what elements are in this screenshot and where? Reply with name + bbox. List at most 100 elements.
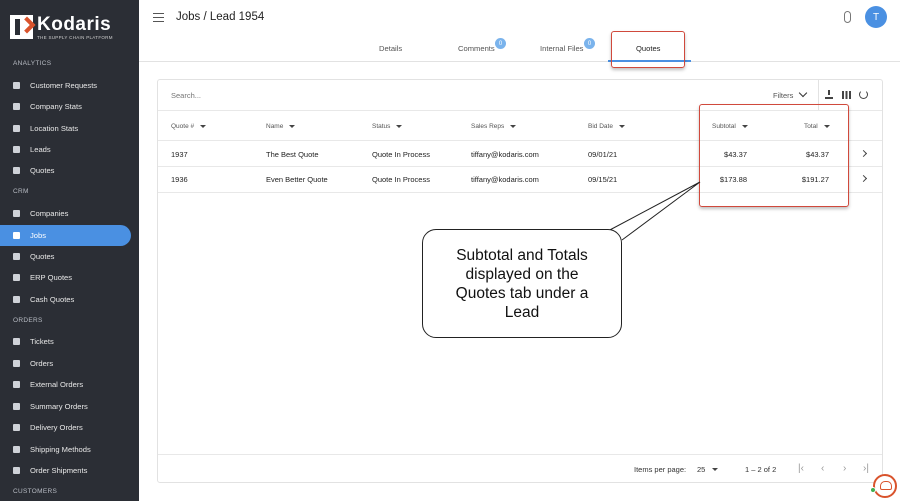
chart-icon bbox=[13, 167, 20, 174]
column-header-bid-date[interactable]: Bid Date bbox=[588, 123, 625, 130]
sidebar-item-erp-quotes[interactable]: ERP Quotes bbox=[0, 267, 131, 288]
sidebar-item-quotes[interactable]: Quotes bbox=[0, 246, 131, 267]
sidebar-item-label: Company Stats bbox=[30, 102, 82, 111]
sidebar-item-label: ERP Quotes bbox=[30, 273, 73, 282]
logo-mark-icon bbox=[10, 15, 33, 39]
sidebar-item-label: Jobs bbox=[30, 231, 47, 240]
subtotal-total-highlight-box bbox=[699, 104, 849, 207]
items-per-page-select[interactable]: 25 bbox=[697, 465, 705, 474]
chart-icon bbox=[13, 125, 20, 132]
hamburger-menu-icon[interactable] bbox=[153, 13, 164, 22]
chevron-down-icon[interactable] bbox=[712, 468, 718, 471]
annotation-callout: Subtotal and Totals displayed on the Quo… bbox=[422, 229, 622, 338]
columns-icon[interactable] bbox=[842, 91, 852, 99]
truck-icon bbox=[13, 424, 20, 431]
quotes-tab-highlight-box bbox=[611, 31, 685, 68]
sidebar-item-companies[interactable]: Companies bbox=[0, 203, 131, 224]
sidebar-item-label: Order Shipments bbox=[30, 466, 88, 475]
callout-text: Subtotal and Totals displayed on the Quo… bbox=[455, 246, 589, 321]
section-label-orders: ORDERS bbox=[13, 317, 43, 324]
internal-files-count-badge: 0 bbox=[584, 38, 595, 49]
sidebar-item-delivery-orders[interactable]: Delivery Orders bbox=[0, 417, 131, 438]
document-icon bbox=[13, 296, 20, 303]
truck-icon bbox=[13, 403, 20, 410]
column-header-label: Status bbox=[372, 123, 391, 130]
sidebar-item-company-stats[interactable]: Company Stats bbox=[0, 96, 131, 117]
column-header-label: Quote # bbox=[171, 123, 195, 130]
cell-quote-number: 1937 bbox=[171, 150, 188, 159]
chevron-right-icon[interactable] bbox=[859, 174, 868, 183]
tab-details[interactable]: Details bbox=[379, 44, 402, 53]
logo-text: Kodaris THE SUPPLY CHAIN PLATFORM bbox=[37, 15, 113, 40]
sidebar-item-label: Delivery Orders bbox=[30, 423, 83, 432]
sidebar-item-label: Cash Quotes bbox=[30, 295, 75, 304]
column-header-name[interactable]: Name bbox=[266, 123, 296, 130]
sidebar-item-summary-orders[interactable]: Summary Orders bbox=[0, 396, 131, 417]
last-page-icon[interactable]: ›| bbox=[863, 464, 869, 474]
paperclip-icon[interactable] bbox=[844, 11, 851, 23]
sidebar-item-label: Leads bbox=[30, 145, 51, 154]
cell-status: Quote In Process bbox=[372, 150, 430, 159]
filters-button[interactable]: Filters bbox=[773, 91, 793, 100]
sidebar-item-tickets[interactable]: Tickets bbox=[0, 331, 131, 352]
tab-comments[interactable]: Comments bbox=[458, 44, 495, 53]
sidebar-item-shipping-methods[interactable]: Shipping Methods bbox=[0, 439, 131, 460]
page-title: Jobs / Lead 1954 bbox=[176, 11, 265, 23]
brand-name: Kodaris bbox=[37, 14, 112, 35]
pagination-range: 1 – 2 of 2 bbox=[745, 465, 777, 474]
sidebar-item-customer-requests[interactable]: Customer Requests bbox=[0, 75, 131, 96]
sidebar-item-external-orders[interactable]: External Orders bbox=[0, 374, 131, 395]
sidebar-item-label: Companies bbox=[30, 209, 69, 218]
sidebar-item-quotes-analytics[interactable]: Quotes bbox=[0, 160, 131, 181]
sidebar-item-location-stats[interactable]: Location Stats bbox=[0, 118, 131, 139]
column-header-sales-reps[interactable]: Sales Reps bbox=[471, 123, 517, 130]
cell-status: Quote In Process bbox=[372, 175, 430, 184]
chart-icon bbox=[13, 146, 20, 153]
items-per-page-label: Items per page: bbox=[634, 465, 687, 474]
refresh-icon[interactable] bbox=[859, 90, 868, 99]
sidebar-item-label: Quotes bbox=[30, 252, 55, 261]
cell-bid-date: 09/01/21 bbox=[588, 150, 618, 159]
section-label-crm: CRM bbox=[13, 188, 29, 195]
sidebar-item-leads[interactable]: Leads bbox=[0, 139, 131, 160]
sort-caret-icon bbox=[200, 124, 207, 128]
sort-caret-icon bbox=[618, 124, 625, 128]
sort-caret-icon bbox=[510, 124, 517, 128]
download-icon[interactable] bbox=[825, 90, 833, 99]
cell-sales-rep: tiffany@kodaris.com bbox=[471, 175, 539, 184]
sidebar-item-cash-quotes[interactable]: Cash Quotes bbox=[0, 289, 131, 310]
previous-page-icon[interactable]: ‹ bbox=[821, 464, 824, 474]
document-icon bbox=[13, 253, 20, 260]
column-header-label: Bid Date bbox=[588, 123, 613, 130]
sidebar-item-jobs[interactable]: Jobs bbox=[0, 225, 131, 246]
truck-icon bbox=[13, 467, 20, 474]
sidebar-item-label: Location Stats bbox=[30, 124, 79, 133]
chat-widget-icon[interactable] bbox=[873, 474, 897, 498]
column-header-quote-number[interactable]: Quote # bbox=[171, 123, 207, 130]
sidebar-item-label: Orders bbox=[30, 359, 54, 368]
chevron-down-icon[interactable] bbox=[798, 88, 808, 98]
kodaris-logo[interactable]: Kodaris THE SUPPLY CHAIN PLATFORM bbox=[10, 15, 113, 43]
sidebar-item-orders[interactable]: Orders bbox=[0, 353, 131, 374]
cell-name: The Best Quote bbox=[266, 150, 319, 159]
next-page-icon[interactable]: › bbox=[843, 464, 846, 474]
sidebar-item-label: Quotes bbox=[30, 166, 55, 175]
tab-internal-files[interactable]: Internal Files bbox=[540, 44, 583, 53]
cell-quote-number: 1936 bbox=[171, 175, 188, 184]
sidebar-item-label: Customer Requests bbox=[30, 81, 98, 90]
sidebar-item-label: Summary Orders bbox=[30, 402, 88, 411]
footer-divider bbox=[158, 454, 882, 455]
top-bar: Jobs / Lead 1954 T Details Comments 0 In… bbox=[139, 0, 900, 62]
section-label-analytics: ANALYTICS bbox=[13, 60, 52, 67]
first-page-icon[interactable]: |‹ bbox=[798, 464, 804, 474]
sidebar: Kodaris THE SUPPLY CHAIN PLATFORM ANALYT… bbox=[0, 0, 139, 501]
cell-sales-rep: tiffany@kodaris.com bbox=[471, 150, 539, 159]
chart-icon bbox=[13, 103, 20, 110]
document-icon bbox=[13, 274, 20, 281]
search-input[interactable] bbox=[171, 91, 291, 100]
sidebar-item-label: Tickets bbox=[30, 337, 54, 346]
chevron-right-icon[interactable] bbox=[859, 149, 868, 158]
user-avatar[interactable]: T bbox=[865, 6, 887, 28]
sidebar-item-order-shipments[interactable]: Order Shipments bbox=[0, 460, 131, 481]
column-header-status[interactable]: Status bbox=[372, 123, 403, 130]
